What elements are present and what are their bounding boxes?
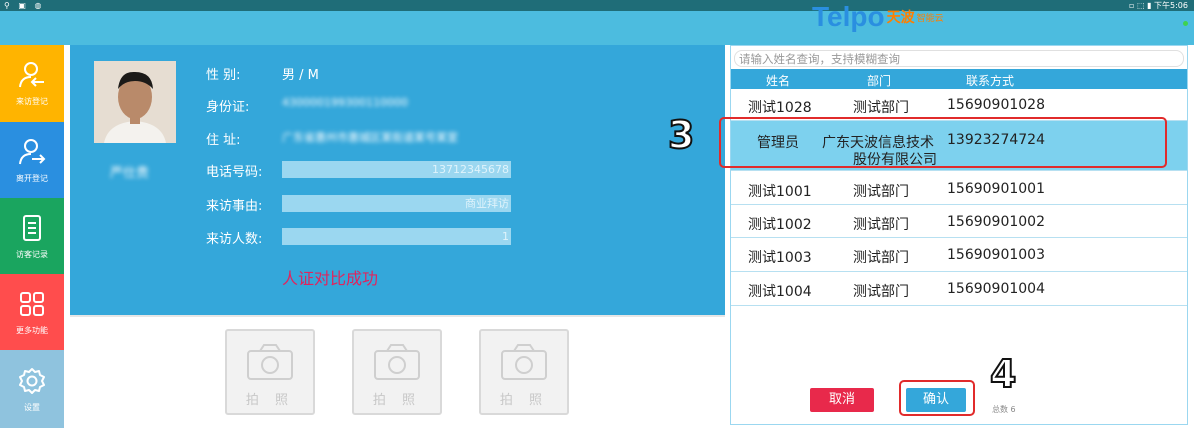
camera-slot[interactable]: 拍 照	[225, 329, 315, 415]
camera-label: 拍 照	[372, 393, 422, 408]
step-4-annotation: 4	[989, 351, 1017, 397]
top-bar: Telpo 天波 智能云	[0, 1, 1194, 45]
sidebar-item-settings[interactable]: 设置	[0, 350, 64, 428]
reason-field[interactable]: 商业拜访	[282, 195, 511, 212]
visitor-info-panel: 严仕贵 性 别: 男 / M 身份证: 430000199300110000 住…	[70, 45, 725, 315]
cell-name: 测试1028	[748, 100, 812, 116]
sidebar-item-visitor-register[interactable]: 来访登记	[0, 45, 64, 122]
total-count: 总数 6	[992, 405, 1016, 414]
sidebar-item-label: 设置	[24, 402, 40, 412]
sidebar: 来访登记 离开登记 访客记录 更多功能 设置	[0, 45, 64, 428]
verification-success: 人证对比成功	[282, 269, 379, 288]
table-row[interactable]: 测试1002 测试部门 15690901002	[731, 205, 1187, 238]
settings-icon	[19, 367, 45, 394]
cell-dept: 测试部门	[853, 250, 909, 266]
visitor-register-icon	[19, 62, 44, 88]
photo-capture-area: 拍 照 拍 照 拍 照	[70, 315, 725, 428]
table-row[interactable]: 测试1001 测试部门 15690901001	[731, 171, 1187, 205]
cell-dept: 测试部门	[853, 217, 909, 233]
count-label: 来访人数:	[206, 232, 263, 247]
status-icons: ⚲ ▣ ◍	[4, 1, 45, 10]
id-label: 身份证:	[206, 100, 250, 115]
cell-phone: 15690901002	[947, 214, 1045, 230]
cell-name: 测试1001	[748, 184, 812, 200]
cancel-button[interactable]: 取消	[810, 388, 874, 412]
table-row[interactable]: 测试1003 测试部门 15690901003	[731, 238, 1187, 272]
visitor-records-icon	[23, 214, 41, 241]
cell-phone: 15690901028	[947, 97, 1045, 113]
camera-label: 拍 照	[245, 393, 295, 408]
sidebar-item-more-functions[interactable]: 更多功能	[0, 274, 64, 350]
column-header-name: 姓名	[766, 74, 791, 88]
reason-label: 来访事由:	[206, 199, 263, 214]
sidebar-item-leave-register[interactable]: 离开登记	[0, 122, 64, 198]
camera-label: 拍 照	[499, 393, 549, 408]
id-value: 430000199300110000	[282, 96, 408, 109]
confirm-button[interactable]: 确认	[906, 388, 966, 412]
cell-dept: 测试部门	[853, 184, 909, 200]
status-time: ▫ ⬚ ▮ 下午5:06	[1129, 1, 1188, 10]
visitor-name: 严仕贵	[110, 166, 150, 181]
sidebar-item-label: 离开登记	[16, 173, 48, 183]
leave-register-icon	[19, 138, 46, 164]
highlight-box-row	[719, 117, 1167, 168]
column-header-phone: 联系方式	[966, 74, 1015, 88]
telpo-logo: Telpo 天波 智能云	[812, 1, 944, 32]
phone-field[interactable]: 13712345678	[282, 161, 511, 178]
cell-phone: 15690901001	[947, 181, 1045, 197]
gender-value: 男 / M	[282, 68, 319, 83]
status-bar: ⚲ ▣ ◍ ▫ ⬚ ▮ 下午5:06	[0, 0, 1194, 11]
camera-icon	[501, 344, 547, 380]
address-value: 广东省惠州市惠城区某街道某号某室	[282, 131, 458, 144]
column-header-dept: 部门	[867, 74, 892, 88]
phone-label: 电话号码:	[206, 165, 263, 180]
cell-dept: 测试部门	[853, 284, 909, 300]
table-header: 姓名 部门 联系方式	[731, 69, 1187, 89]
logo-cn: 天波	[886, 10, 915, 26]
sidebar-item-label: 更多功能	[16, 325, 48, 335]
gender-label: 性 别:	[206, 68, 241, 83]
cell-name: 测试1004	[748, 284, 812, 300]
sidebar-item-label: 来访登记	[16, 97, 48, 106]
id-photo	[94, 61, 176, 143]
camera-icon	[374, 344, 420, 380]
address-label: 住 址:	[206, 133, 241, 148]
step-3-annotation: 3	[667, 112, 695, 158]
more-functions-icon	[20, 291, 44, 316]
cell-dept: 测试部门	[853, 100, 909, 116]
cell-phone: 15690901004	[947, 281, 1045, 297]
contact-list-panel: 请输入姓名查询，支持模糊查询 姓名 部门 联系方式 测试1028 测试部门 15…	[730, 45, 1188, 425]
sidebar-item-visitor-records[interactable]: 访客记录	[0, 198, 64, 274]
online-indicator	[1183, 21, 1188, 26]
camera-slot[interactable]: 拍 照	[479, 329, 569, 415]
table-row[interactable]: 测试1004 测试部门 15690901004	[731, 272, 1187, 306]
camera-icon	[247, 344, 293, 380]
search-input[interactable]: 请输入姓名查询，支持模糊查询	[734, 50, 1184, 67]
cell-name: 测试1002	[748, 217, 812, 233]
cell-phone: 15690901003	[947, 247, 1045, 263]
sidebar-item-label: 访客记录	[16, 249, 48, 259]
cell-name: 测试1003	[748, 250, 812, 266]
count-field[interactable]: 1	[282, 228, 511, 245]
logo-sub: 智能云	[916, 13, 944, 24]
camera-slot[interactable]: 拍 照	[352, 329, 442, 415]
logo-brand: Telpo	[812, 1, 885, 32]
